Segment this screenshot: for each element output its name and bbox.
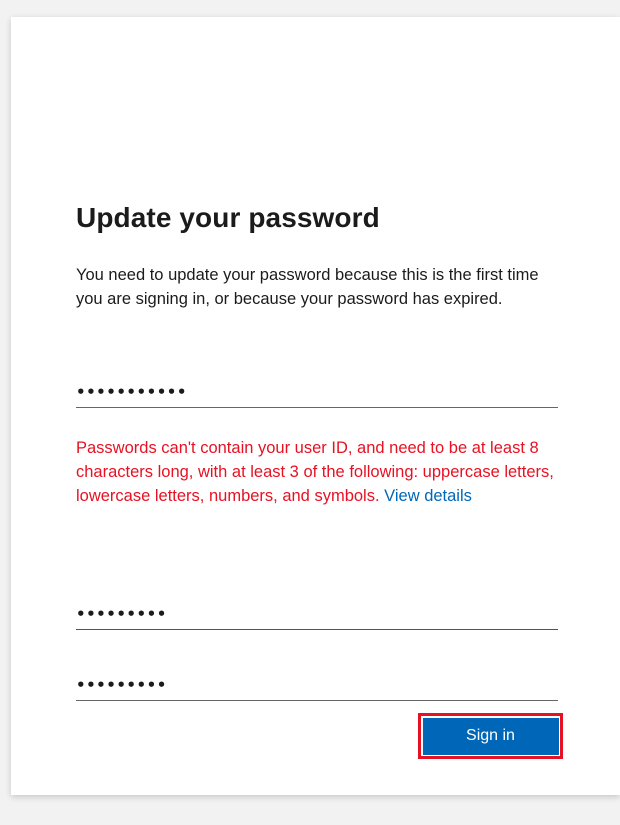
description-text: You need to update your password because…	[76, 266, 539, 308]
current-password-value: •••••••••••	[76, 383, 187, 401]
confirm-password-value: •••••••••	[76, 676, 167, 694]
confirm-password-field[interactable]: •••••••••	[76, 667, 558, 701]
current-password-field[interactable]: •••••••••••	[76, 374, 558, 408]
sign-in-highlight: Sign in	[418, 713, 563, 759]
new-password-field[interactable]: •••••••••	[76, 596, 558, 630]
view-details-link[interactable]: View details	[384, 487, 472, 505]
update-password-card: Update your password You need to update …	[11, 17, 620, 795]
password-error-message: Passwords can't contain your user ID, an…	[76, 436, 558, 508]
new-password-value: •••••••••	[76, 605, 167, 623]
sign-in-button[interactable]: Sign in	[422, 717, 559, 755]
error-text: Passwords can't contain your user ID, an…	[76, 439, 554, 505]
page-title: Update your password	[76, 202, 380, 233]
